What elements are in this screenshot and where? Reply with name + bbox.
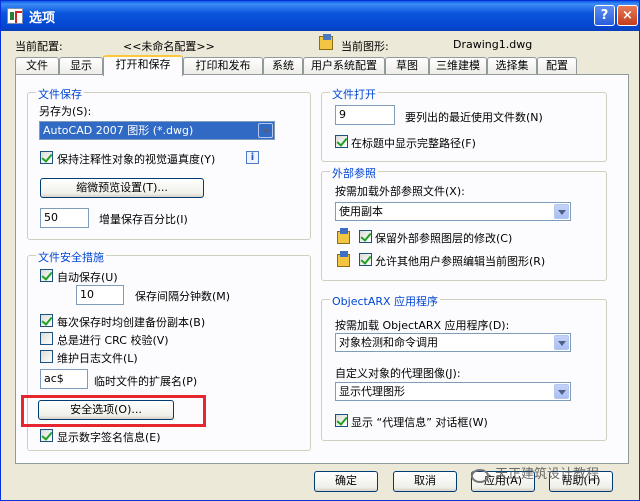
current-drawing-value: Drawing1.dwg [453, 38, 533, 51]
recent-files-label: 要列出的最近使用文件数(N) [405, 111, 543, 124]
allow-refedit-label: 允许其他用户参照编辑当前图形(R) [375, 255, 546, 268]
file-open-group: 文件打开 [321, 86, 607, 162]
proxy-info-label: 显示 “代理信息” 对话框(W) [351, 416, 488, 429]
chevron-down-icon[interactable] [554, 204, 569, 219]
ok-button[interactable]: 确定 [314, 471, 378, 492]
drawing-icon [319, 34, 333, 50]
xref-layer-icon [335, 228, 351, 245]
proxy-images-label: 自定义对象的代理图像(J): [335, 367, 461, 380]
xref-demand-label: 按需加载外部参照文件(X): [335, 185, 465, 198]
annotative-fidelity-label: 保持注释性对象的视觉逼真度(Y) [57, 153, 216, 166]
recent-files-input[interactable]: 9 [335, 105, 395, 125]
tab-plot-publish[interactable]: 打印和发布 [183, 57, 263, 75]
tab-system[interactable]: 系统 [263, 57, 303, 75]
file-safety-title: 文件安全措施 [36, 249, 106, 265]
help-title-button[interactable]: ? [594, 5, 615, 26]
full-path-checkbox[interactable] [335, 135, 348, 148]
current-drawing-label: 当前图形: [341, 40, 389, 53]
autosave-interval-label: 保存间隔分钟数(M) [135, 290, 231, 303]
temp-extension-label: 临时文件的扩展名(P) [94, 375, 198, 388]
incremental-save-label: 增量保存百分比(I) [99, 213, 188, 226]
log-file-label: 维护日志文件(L) [57, 352, 138, 365]
chevron-down-icon[interactable] [554, 335, 569, 350]
xref-demand-dropdown[interactable]: 使用副本 [335, 202, 571, 221]
digital-signature-checkbox[interactable] [40, 429, 53, 442]
tab-3d-modeling[interactable]: 三维建模 [429, 57, 487, 75]
proxy-info-checkbox[interactable] [335, 414, 348, 427]
xref-edit-icon [335, 251, 351, 268]
file-open-title: 文件打开 [330, 86, 378, 102]
watermark-text: 天正建筑设计教程 [495, 467, 600, 482]
save-as-value: AutoCAD 2007 图形 (*.dwg) [43, 124, 194, 137]
proxy-images-value: 显示代理图形 [339, 385, 405, 398]
xref-demand-value: 使用副本 [339, 205, 383, 218]
crc-check-label: 总是进行 CRC 校验(V) [57, 334, 169, 347]
retain-xref-changes-label: 保留外部参照图层的修改(C) [375, 232, 513, 245]
autocad-app-icon [7, 8, 23, 24]
tab-display[interactable]: 显示 [59, 57, 103, 75]
save-as-dropdown[interactable]: AutoCAD 2007 图形 (*.dwg) [39, 121, 275, 140]
full-path-label: 在标题中显示完整路径(F) [351, 137, 476, 150]
file-save-title: 文件保存 [36, 86, 84, 102]
chevron-down-icon[interactable] [258, 123, 273, 138]
highlight-box [21, 395, 206, 427]
wechat-icon [471, 469, 489, 483]
backup-copy-checkbox[interactable] [40, 314, 53, 327]
tab-selection[interactable]: 选择集 [487, 57, 537, 75]
allow-refedit-checkbox[interactable] [359, 253, 372, 266]
save-as-label: 另存为(S): [39, 105, 92, 118]
close-button[interactable]: × [617, 5, 638, 26]
xref-title: 外部参照 [330, 165, 378, 181]
temp-extension-input[interactable]: ac$ [40, 369, 88, 389]
chevron-down-icon[interactable] [554, 384, 569, 399]
tab-user-preferences[interactable]: 用户系统配置 [303, 57, 385, 75]
current-profile-label: 当前配置: [15, 40, 63, 53]
tab-open-save[interactable]: 打开和保存 [103, 55, 183, 76]
retain-xref-changes-checkbox[interactable] [359, 230, 372, 243]
tab-profiles[interactable]: 配置 [537, 57, 577, 75]
backup-copy-label: 每次保存时均创建备份副本(B) [57, 316, 206, 329]
log-file-checkbox[interactable] [40, 350, 53, 363]
tab-drafting[interactable]: 草图 [385, 57, 429, 75]
options-dialog: 选项 ? × 当前配置: <<未命名配置>> 当前图形: Drawing1.dw… [0, 0, 640, 501]
digital-signature-label: 显示数字签名信息(E) [57, 431, 161, 444]
cancel-button[interactable]: 取消 [393, 471, 457, 492]
info-icon[interactable]: i [246, 151, 259, 164]
autosave-checkbox[interactable] [40, 269, 53, 282]
objectarx-title: ObjectARX 应用程序 [330, 293, 441, 309]
arx-demand-dropdown[interactable]: 对象检测和命令调用 [335, 333, 571, 352]
tab-files[interactable]: 文件 [15, 57, 59, 75]
window-title: 选项 [29, 11, 56, 26]
title-bar[interactable]: 选项 ? × [1, 1, 639, 31]
arx-demand-value: 对象检测和命令调用 [339, 336, 438, 349]
proxy-images-dropdown[interactable]: 显示代理图形 [335, 382, 571, 401]
autosave-interval-input[interactable]: 10 [76, 285, 124, 305]
current-profile-value: <<未命名配置>> [123, 40, 215, 53]
arx-demand-label: 按需加载 ObjectARX 应用程序(D): [335, 319, 510, 332]
incremental-save-input[interactable]: 50 [40, 208, 89, 228]
thumbnail-settings-button[interactable]: 缩微预览设置(T)... [40, 178, 204, 198]
autosave-label: 自动保存(U) [57, 271, 118, 284]
crc-check-checkbox[interactable] [40, 332, 53, 345]
annotative-fidelity-checkbox[interactable] [40, 151, 53, 164]
